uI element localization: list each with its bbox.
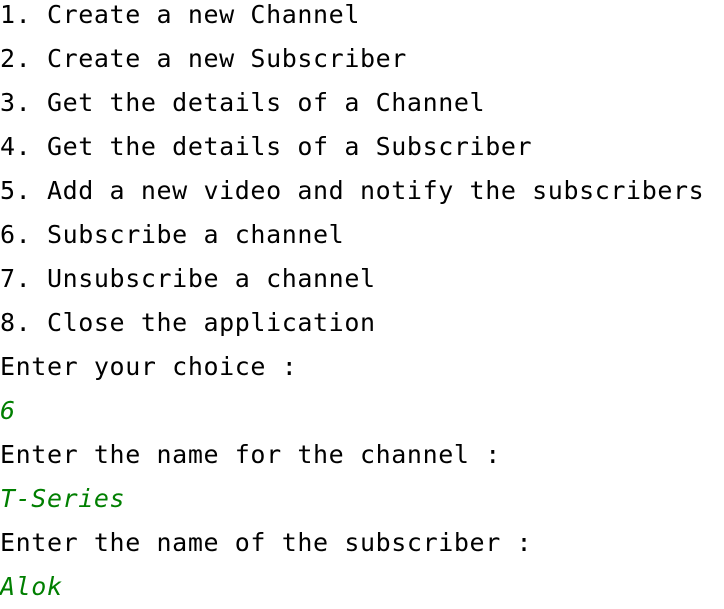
prompt-subscriber-name: Enter the name of the subscriber : bbox=[0, 528, 533, 557]
menu-item-add-video: 5. Add a new video and notify the subscr… bbox=[0, 176, 705, 205]
prompt-channel-name: Enter the name for the channel : bbox=[0, 440, 501, 469]
console-output: 1. Create a new Channel 2. Create a new … bbox=[0, 0, 724, 608]
input-channel-name[interactable]: T-Series bbox=[0, 477, 125, 521]
input-choice[interactable]: 6 bbox=[0, 389, 16, 433]
menu-item-close: 8. Close the application bbox=[0, 308, 376, 337]
menu-item-subscriber-details: 4. Get the details of a Subscriber bbox=[0, 132, 533, 161]
menu-item-create-subscriber: 2. Create a new Subscriber bbox=[0, 44, 407, 73]
menu-item-channel-details: 3. Get the details of a Channel bbox=[0, 88, 486, 117]
menu-item-create-channel: 1. Create a new Channel bbox=[0, 0, 360, 29]
prompt-choice: Enter your choice : bbox=[0, 352, 298, 381]
menu-item-unsubscribe: 7. Unsubscribe a channel bbox=[0, 264, 376, 293]
input-subscriber-name[interactable]: Alok bbox=[0, 565, 63, 609]
menu-item-subscribe: 6. Subscribe a channel bbox=[0, 220, 345, 249]
